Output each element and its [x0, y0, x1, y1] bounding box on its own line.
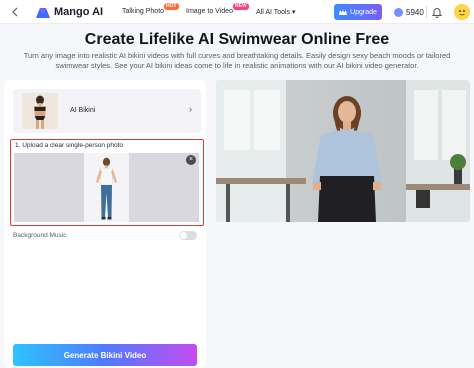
coin-icon — [394, 7, 403, 17]
avatar[interactable] — [454, 4, 470, 20]
credits-display[interactable]: 5940 — [394, 6, 424, 18]
header-divider — [426, 6, 427, 18]
notification-button[interactable] — [430, 5, 444, 19]
avatar-icon — [454, 4, 470, 20]
page-title: Create Lifelike AI Swimwear Online Free — [84, 31, 390, 48]
page-description: Turn any image into realistic AI bikini … — [23, 51, 451, 70]
back-button[interactable] — [8, 5, 22, 19]
hot-badge: HOT — [164, 3, 179, 10]
nav-talking-photo[interactable]: Talking Photo — [122, 8, 164, 15]
uploaded-photo — [84, 153, 129, 222]
remove-photo-button[interactable]: × — [186, 155, 196, 165]
new-badge: NEW — [233, 3, 249, 10]
chevron-left-icon — [12, 7, 18, 17]
upload-section: 1. Upload a clear single-person photo × — [10, 139, 204, 226]
template-label: AI Bikini — [70, 107, 96, 114]
template-thumbnail — [22, 93, 58, 129]
background-music-toggle[interactable] — [179, 231, 197, 240]
logo-text: Mango AI — [54, 6, 104, 18]
crown-icon — [339, 9, 348, 15]
preview-image — [216, 80, 470, 222]
upgrade-button[interactable]: Upgrade — [334, 4, 382, 20]
toggle-knob — [180, 232, 187, 239]
upgrade-label: Upgrade — [350, 8, 377, 16]
chevron-right-icon: › — [189, 104, 192, 114]
upload-area[interactable]: × — [14, 153, 199, 222]
logo[interactable]: Mango AI — [36, 5, 103, 19]
logo-icon — [36, 8, 50, 18]
top-bar: Mango AI Talking Photo HOT Image to Vide… — [0, 0, 474, 24]
bell-icon — [431, 8, 443, 18]
nav-all-ai-tools[interactable]: All AI Tools ▾ — [256, 8, 296, 16]
settings-panel: AI Bikini › 1. Upload a clear single-per… — [4, 80, 206, 368]
bikini-model-image — [22, 93, 58, 129]
generate-label: Generate Bikini Video — [63, 350, 147, 360]
background-music-label: Background Music — [13, 232, 67, 239]
upload-label: 1. Upload a clear single-person photo — [15, 142, 124, 149]
person-photo-image — [84, 153, 129, 222]
generate-button[interactable]: Generate Bikini Video — [13, 344, 197, 366]
close-icon: × — [188, 156, 194, 163]
office-woman-image — [216, 80, 470, 222]
template-selector[interactable]: AI Bikini › — [13, 89, 201, 133]
nav-image-to-video[interactable]: Image to Video — [186, 8, 233, 15]
credits-count: 5940 — [406, 7, 424, 17]
